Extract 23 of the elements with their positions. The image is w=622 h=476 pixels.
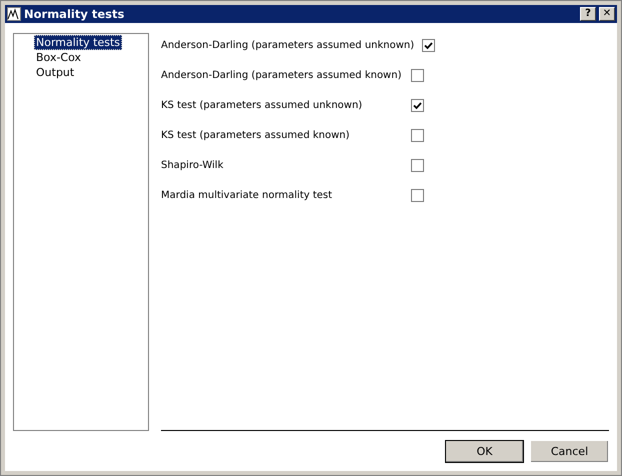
checkbox[interactable] — [411, 69, 424, 82]
close-button[interactable]: ✕ — [599, 7, 615, 21]
option-label: Mardia multivariate normality test — [161, 190, 334, 201]
checkbox[interactable] — [411, 159, 424, 172]
checkbox[interactable] — [411, 189, 424, 202]
option-label: KS test (parameters assumed known) — [161, 130, 351, 141]
option-label: Anderson-Darling (parameters assumed unknown) — [161, 40, 414, 51]
tree-item[interactable]: Output — [34, 65, 76, 80]
option-label: KS test (parameters assumed unknown) — [161, 100, 364, 111]
option-label: Shapiro-Wilk — [161, 160, 224, 171]
tree-item[interactable]: Normality tests — [34, 35, 122, 50]
tree-item[interactable]: Box-Cox — [34, 50, 83, 65]
chart-icon — [7, 7, 21, 21]
check-icon — [413, 102, 422, 110]
help-button[interactable]: ? — [580, 7, 596, 21]
option-label: Anderson-Darling (parameters assumed known) — [161, 70, 402, 81]
checkbox[interactable] — [411, 129, 424, 142]
ok-button[interactable]: OK — [445, 440, 524, 463]
check-icon — [424, 42, 434, 50]
cancel-button[interactable]: Cancel — [530, 440, 609, 463]
checkbox[interactable] — [422, 39, 436, 52]
window-title: Normality tests — [24, 7, 126, 21]
checkbox[interactable] — [411, 99, 424, 112]
